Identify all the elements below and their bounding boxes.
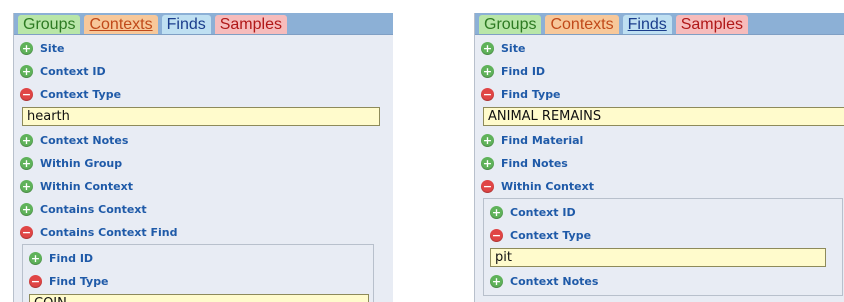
context-type-value-field[interactable]: hearth <box>22 107 380 126</box>
criterion-label: Within Context <box>40 180 133 193</box>
minus-circle-icon[interactable]: − <box>490 229 503 242</box>
plus-circle-icon[interactable]: + <box>481 134 494 147</box>
criteria-list: + Site + Context ID − Context Type heart… <box>14 35 393 302</box>
plus-circle-icon[interactable]: + <box>481 157 494 170</box>
criterion-find-id[interactable]: + Find ID <box>29 247 373 270</box>
criterion-label: Find Notes <box>501 157 568 170</box>
plus-circle-icon[interactable]: + <box>20 203 33 216</box>
criterion-label: Site <box>501 42 526 55</box>
minus-circle-icon[interactable]: − <box>29 275 42 288</box>
criterion-context-type[interactable]: − Context Type <box>490 224 842 247</box>
criterion-within-context[interactable]: − Within Context <box>481 175 844 198</box>
plus-circle-icon[interactable]: + <box>481 65 494 78</box>
criterion-within-context[interactable]: + Within Context <box>20 175 393 198</box>
criterion-label: Contains Context <box>40 203 147 216</box>
criterion-label: Find ID <box>49 252 94 265</box>
tab-bar: Groups Contexts Finds Samples <box>475 13 844 35</box>
criterion-label: Context ID <box>510 206 576 219</box>
tab-finds[interactable]: Finds <box>622 15 672 34</box>
find-type-value-field[interactable]: COIN <box>29 294 369 302</box>
criterion-within-group[interactable]: + Within Group <box>20 152 393 175</box>
tab-contexts[interactable]: Contexts <box>545 15 619 34</box>
criterion-contains-context-find[interactable]: − Contains Context Find <box>20 221 393 244</box>
criterion-context-notes[interactable]: + Context Notes <box>20 129 393 152</box>
criterion-find-notes[interactable]: + Find Notes <box>481 152 844 175</box>
minus-circle-icon[interactable]: − <box>481 180 494 193</box>
criterion-label: Context Notes <box>40 134 129 147</box>
find-type-value-field[interactable]: ANIMAL REMAINS <box>483 107 844 126</box>
criterion-contains-context[interactable]: + Contains Context <box>20 198 393 221</box>
plus-circle-icon[interactable]: + <box>20 65 33 78</box>
criterion-label: Find Type <box>501 88 561 101</box>
criterion-label: Contains Context Find <box>40 226 178 239</box>
within-context-subquery: + Context ID − Context Type pit + Contex… <box>483 198 843 296</box>
tab-bar: Groups Contexts Finds Samples <box>14 13 393 35</box>
criterion-label: Context Type <box>510 229 592 242</box>
criterion-site[interactable]: + Site <box>20 37 393 60</box>
tab-groups[interactable]: Groups <box>18 15 81 34</box>
plus-circle-icon[interactable]: + <box>20 42 33 55</box>
criterion-find-material[interactable]: + Find Material <box>481 129 844 152</box>
criterion-label: Context ID <box>40 65 106 78</box>
criterion-site[interactable]: + Site <box>481 37 844 60</box>
criterion-label: Within Group <box>40 157 123 170</box>
tab-samples[interactable]: Samples <box>214 15 287 34</box>
criterion-label: Find ID <box>501 65 546 78</box>
criterion-label: Find Type <box>49 275 109 288</box>
criterion-context-notes[interactable]: + Context Notes <box>490 270 842 293</box>
criterion-find-id[interactable]: + Find ID <box>481 60 844 83</box>
criterion-label: Context Notes <box>510 275 599 288</box>
plus-circle-icon[interactable]: + <box>490 275 503 288</box>
plus-circle-icon[interactable]: + <box>20 180 33 193</box>
context-type-value-field[interactable]: pit <box>490 248 826 267</box>
criterion-find-type[interactable]: − Find Type <box>29 270 373 293</box>
criterion-label: Site <box>40 42 65 55</box>
tab-contexts[interactable]: Contexts <box>84 15 158 34</box>
plus-circle-icon[interactable]: + <box>481 42 494 55</box>
minus-circle-icon[interactable]: − <box>20 226 33 239</box>
tab-groups[interactable]: Groups <box>479 15 542 34</box>
plus-circle-icon[interactable]: + <box>490 206 503 219</box>
tab-samples[interactable]: Samples <box>675 15 748 34</box>
contains-context-find-subquery: + Find ID − Find Type COIN <box>22 244 374 302</box>
minus-circle-icon[interactable]: − <box>481 88 494 101</box>
plus-circle-icon[interactable]: + <box>20 157 33 170</box>
criterion-context-type[interactable]: − Context Type <box>20 83 393 106</box>
plus-circle-icon[interactable]: + <box>29 252 42 265</box>
plus-circle-icon[interactable]: + <box>20 134 33 147</box>
criterion-label: Find Material <box>501 134 584 147</box>
tab-finds[interactable]: Finds <box>161 15 211 34</box>
minus-circle-icon[interactable]: − <box>20 88 33 101</box>
criterion-context-id[interactable]: + Context ID <box>490 201 842 224</box>
criterion-context-id[interactable]: + Context ID <box>20 60 393 83</box>
criterion-label: Within Context <box>501 180 594 193</box>
criterion-label: Context Type <box>40 88 122 101</box>
criteria-list: + Site + Find ID − Find Type ANIMAL REMA… <box>475 35 844 296</box>
contexts-query-panel: Groups Contexts Finds Samples + Site + C… <box>13 13 393 302</box>
finds-query-panel: Groups Contexts Finds Samples + Site + F… <box>474 13 844 302</box>
criterion-find-type[interactable]: − Find Type <box>481 83 844 106</box>
